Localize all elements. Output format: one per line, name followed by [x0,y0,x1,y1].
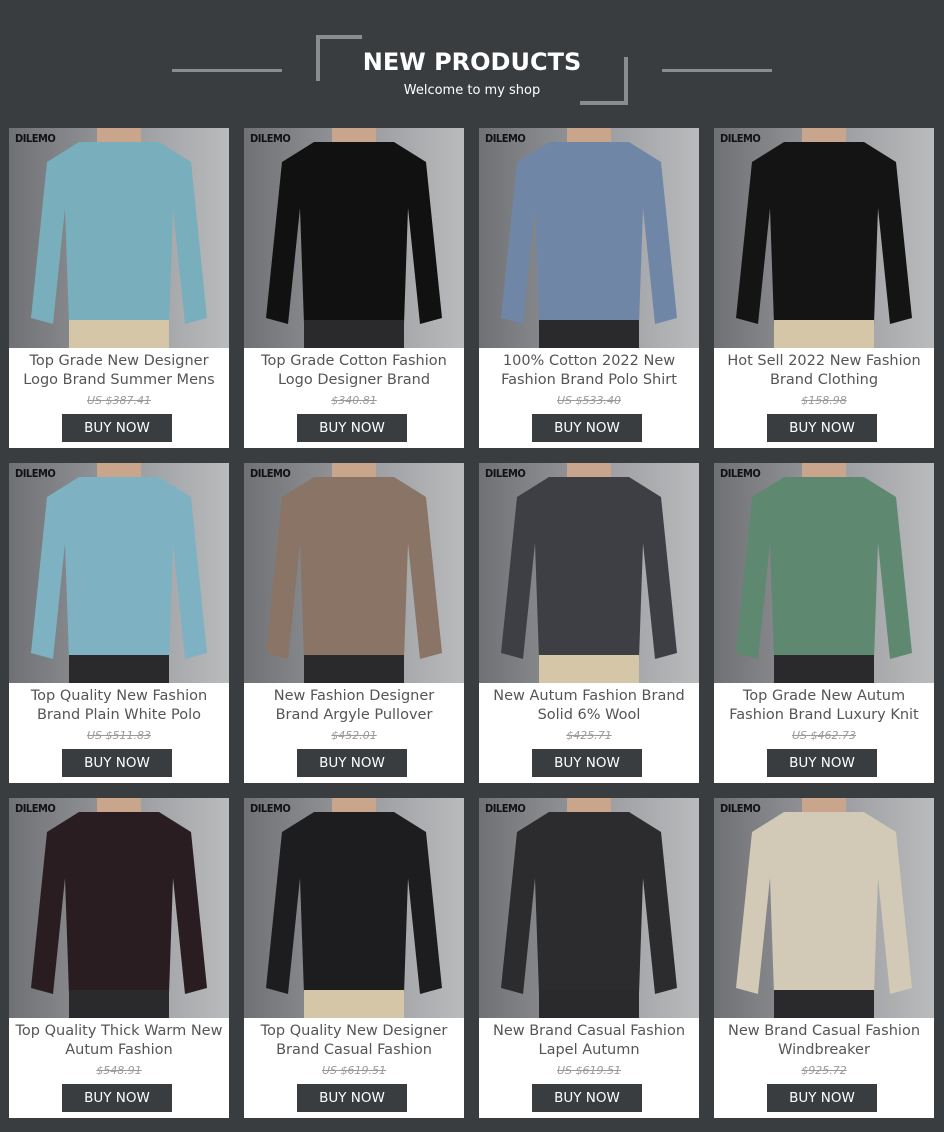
product-card[interactable]: DILEMO 100% Cotton 2022 New Fashion Brand… [479,128,699,448]
garment-icon [501,798,677,1018]
product-card[interactable]: DILEMO Top Quality New Designer Brand Cas… [244,798,464,1118]
product-photo[interactable]: DILEMO [714,128,934,348]
section-title: NEW PRODUCTS [362,48,582,76]
brand-logo: DILEMO [485,132,526,145]
buy-now-button[interactable]: BUY NOW [62,749,172,777]
product-name[interactable]: Top Quality New Fashion Brand Plain Whit… [15,687,223,727]
product-card[interactable]: DILEMO Hot Sell 2022 New Fashion Brand Cl… [714,128,934,448]
brand-logo: DILEMO [15,132,56,145]
product-photo[interactable]: DILEMO [9,128,229,348]
product-photo[interactable]: DILEMO [479,463,699,683]
product-price: US $619.51 [321,1064,387,1077]
product-name[interactable]: Top Grade New Designer Logo Brand Summer… [15,352,223,392]
product-photo[interactable]: DILEMO [479,128,699,348]
brand-logo: DILEMO [250,802,291,815]
garment-icon [501,128,677,348]
brand-logo: DILEMO [15,467,56,480]
product-card[interactable]: DILEMO Top Quality New Fashion Brand Plai… [9,463,229,783]
product-price: US $462.73 [791,729,857,742]
product-card[interactable]: DILEMO Top Grade New Designer Logo Brand … [9,128,229,448]
garment-icon [736,128,912,348]
product-name[interactable]: New Fashion Designer Brand Argyle Pullov… [250,687,458,727]
product-name[interactable]: 100% Cotton 2022 New Fashion Brand Polo … [485,352,693,392]
product-price: US $619.51 [556,1064,622,1077]
product-price: $425.71 [566,729,612,742]
product-name[interactable]: Top Grade Cotton Fashion Logo Designer B… [250,352,458,392]
product-photo[interactable]: DILEMO [714,798,934,1018]
product-card[interactable]: DILEMO New Brand Casual Fashion Windbreak… [714,798,934,1118]
product-card[interactable]: DILEMO New Fashion Designer Brand Argyle … [244,463,464,783]
brand-logo: DILEMO [485,467,526,480]
buy-now-button[interactable]: BUY NOW [62,1084,172,1112]
garment-icon [31,463,207,683]
product-photo[interactable]: DILEMO [479,798,699,1018]
garment-icon [31,798,207,1018]
product-photo[interactable]: DILEMO [9,463,229,683]
product-photo[interactable]: DILEMO [9,798,229,1018]
product-card[interactable]: DILEMO Top Grade Cotton Fashion Logo Desi… [244,128,464,448]
buy-now-button[interactable]: BUY NOW [532,749,642,777]
product-price: $452.01 [331,729,377,742]
garment-icon [736,463,912,683]
product-price: US $511.83 [86,729,152,742]
garment-icon [31,128,207,348]
brand-logo: DILEMO [250,132,291,145]
product-price: US $387.41 [86,394,152,407]
product-card[interactable]: DILEMO Top Quality Thick Warm New Autum F… [9,798,229,1118]
product-name[interactable]: New Autum Fashion Brand Solid 6% Wool [485,687,693,727]
brand-logo: DILEMO [485,802,526,815]
buy-now-button[interactable]: BUY NOW [62,414,172,442]
product-name[interactable]: New Brand Casual Fashion Lapel Autumn [485,1022,693,1062]
product-card[interactable]: DILEMO New Brand Casual Fashion Lapel Aut… [479,798,699,1118]
product-price: US $533.40 [556,394,622,407]
product-card[interactable]: DILEMO Top Grade New Autum Fashion Brand … [714,463,934,783]
buy-now-button[interactable]: BUY NOW [767,414,877,442]
section-subtitle: Welcome to my shop [403,83,541,98]
product-price: $340.81 [331,394,377,407]
product-name[interactable]: Hot Sell 2022 New Fashion Brand Clothing [720,352,928,392]
product-price: $925.72 [801,1064,847,1077]
garment-icon [266,798,442,1018]
brand-logo: DILEMO [15,802,56,815]
buy-now-button[interactable]: BUY NOW [532,414,642,442]
product-price: $548.91 [96,1064,142,1077]
product-photo[interactable]: DILEMO [244,463,464,683]
garment-icon [736,798,912,1018]
garment-icon [266,463,442,683]
brand-logo: DILEMO [720,802,761,815]
buy-now-button[interactable]: BUY NOW [767,1084,877,1112]
product-price: $158.98 [801,394,847,407]
buy-now-button[interactable]: BUY NOW [767,749,877,777]
product-name[interactable]: Top Grade New Autum Fashion Brand Luxury… [720,687,928,727]
brand-logo: DILEMO [720,132,761,145]
product-name[interactable]: Top Quality New Designer Brand Casual Fa… [250,1022,458,1062]
product-photo[interactable]: DILEMO [244,128,464,348]
product-card[interactable]: DILEMO New Autum Fashion Brand Solid 6% W… [479,463,699,783]
product-name[interactable]: New Brand Casual Fashion Windbreaker [720,1022,928,1062]
product-photo[interactable]: DILEMO [244,798,464,1018]
buy-now-button[interactable]: BUY NOW [297,1084,407,1112]
buy-now-button[interactable]: BUY NOW [297,414,407,442]
garment-icon [501,463,677,683]
buy-now-button[interactable]: BUY NOW [297,749,407,777]
section-header: NEW PRODUCTS Welcome to my shop [0,0,944,115]
product-photo[interactable]: DILEMO [714,463,934,683]
product-name[interactable]: Top Quality Thick Warm New Autum Fashion [15,1022,223,1062]
garment-icon [266,128,442,348]
brand-logo: DILEMO [250,467,291,480]
buy-now-button[interactable]: BUY NOW [532,1084,642,1112]
brand-logo: DILEMO [720,467,761,480]
